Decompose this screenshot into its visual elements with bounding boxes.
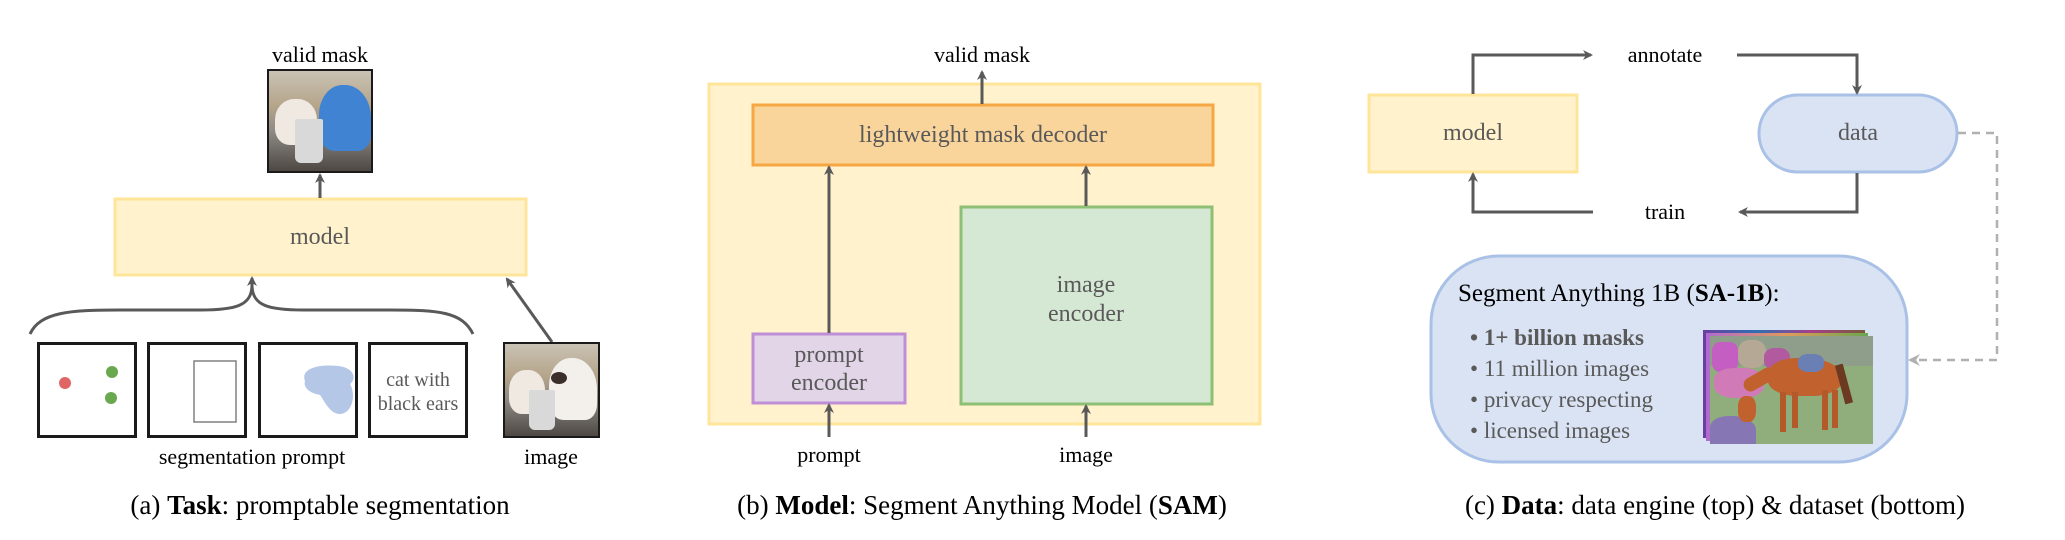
- caption-a-bold: Task: [167, 490, 222, 520]
- caption-b-bold2: SAM: [1157, 490, 1218, 520]
- b-image-input-label: image: [1059, 442, 1113, 467]
- c-model-label: model: [1443, 120, 1503, 146]
- text-prompt-line2: black ears: [377, 393, 459, 415]
- horse-leg-shape: [1832, 390, 1838, 428]
- cat-right-shape: [549, 358, 597, 420]
- dataset-title-suffix: ):: [1764, 280, 1780, 307]
- image-encoder-label-line2: encoder: [1048, 301, 1124, 327]
- caption-b-end: ): [1217, 490, 1227, 520]
- caption-b-mid: : Segment Anything Model (: [848, 490, 1158, 520]
- horse-leg-shape: [1822, 390, 1828, 430]
- caption-b-bold: Model: [775, 490, 849, 520]
- b-valid-mask-label: valid mask: [934, 42, 1030, 67]
- bullet-text: 1+ billion masks: [1483, 325, 1644, 350]
- caption-c-bold: Data: [1501, 490, 1558, 520]
- box-prompt-box: [147, 342, 247, 438]
- caption-b: (b) Model: Segment Anything Model (SAM): [737, 492, 1227, 519]
- b-prompt-input-label: prompt: [797, 442, 861, 467]
- caption-c-prefix: (c): [1464, 490, 1502, 520]
- dataset-bullet: • 11 million images: [1470, 353, 1653, 384]
- text-prompt-line1: cat with: [386, 369, 450, 391]
- mask-decoder-label: lightweight mask decoder: [859, 122, 1107, 148]
- input-image: [503, 342, 600, 438]
- a-image-label: image: [524, 444, 578, 469]
- saddle-shape: [1798, 354, 1824, 372]
- caption-b-prefix: (b): [737, 490, 776, 520]
- bullet-icon: •: [1470, 356, 1479, 381]
- mask-prompt-box: [258, 342, 358, 438]
- segment-shape: [1738, 340, 1766, 368]
- pot-shape: [529, 390, 555, 430]
- data-to-train-arrow: [1738, 173, 1859, 217]
- bullet-icon: •: [1470, 418, 1479, 443]
- annotate-arrow: [1471, 50, 1593, 94]
- caption-c: (c) Data: data engine (top) & dataset (b…: [1465, 492, 1965, 519]
- train-label: train: [1644, 199, 1686, 224]
- dataset-sample-image: [1710, 336, 1873, 444]
- prompt-encoder-label-line2: encoder: [791, 370, 867, 396]
- a-model-label: model: [290, 224, 350, 250]
- mask-overlay-shape: [319, 85, 371, 151]
- bullet-text: privacy respecting: [1483, 387, 1654, 412]
- a-arrow-image-to-model: [505, 277, 554, 343]
- annotate-label: annotate: [1627, 42, 1703, 67]
- bullet-icon: •: [1470, 387, 1479, 412]
- a-brace: [28, 284, 475, 335]
- a-valid-mask-label: valid mask: [272, 42, 368, 67]
- dataset-title-bold: SA-1B: [1694, 280, 1765, 307]
- horse-leg-shape: [1780, 392, 1786, 432]
- caption-a: (a) Task: promptable segmentation: [130, 492, 509, 519]
- segmentation-prompt-label: segmentation prompt: [158, 444, 346, 469]
- bullet-text: 11 million images: [1483, 356, 1650, 381]
- bullet-icon: •: [1470, 325, 1479, 350]
- image-encoder-label-line1: image: [1056, 272, 1116, 298]
- caption-a-prefix: (a): [130, 490, 168, 520]
- pot-shape: [295, 119, 323, 163]
- dataset-title-prefix: Segment Anything 1B (: [1458, 280, 1695, 307]
- cat-ear-shape: [551, 372, 567, 384]
- annotate-to-data-arrow: [1737, 53, 1862, 95]
- valid-mask-image: [267, 69, 373, 173]
- figure-canvas: cat with black ears valid mask model seg…: [0, 0, 2065, 535]
- caption-a-rest: : promptable segmentation: [221, 490, 510, 520]
- dataset-bullets: • 1+ billion masks • 11 million images •…: [1470, 322, 1653, 446]
- bullet-text: licensed images: [1483, 418, 1631, 443]
- prompt-encoder-label-line1: prompt: [794, 342, 864, 368]
- point-prompt-box: [37, 342, 137, 438]
- dataset-bullet: • licensed images: [1470, 415, 1653, 446]
- train-to-model-arrow: [1468, 172, 1593, 214]
- caption-c-rest: : data engine (top) & dataset (bottom): [1557, 490, 1966, 520]
- c-data-label: data: [1838, 120, 1878, 146]
- dataset-bullet: • 1+ billion masks: [1470, 322, 1653, 353]
- horse-head-shape: [1738, 396, 1756, 422]
- dataset-bullet: • privacy respecting: [1470, 384, 1653, 415]
- horse-leg-shape: [1792, 392, 1798, 428]
- dataset-title: Segment Anything 1B (SA-1B):: [1458, 280, 1780, 308]
